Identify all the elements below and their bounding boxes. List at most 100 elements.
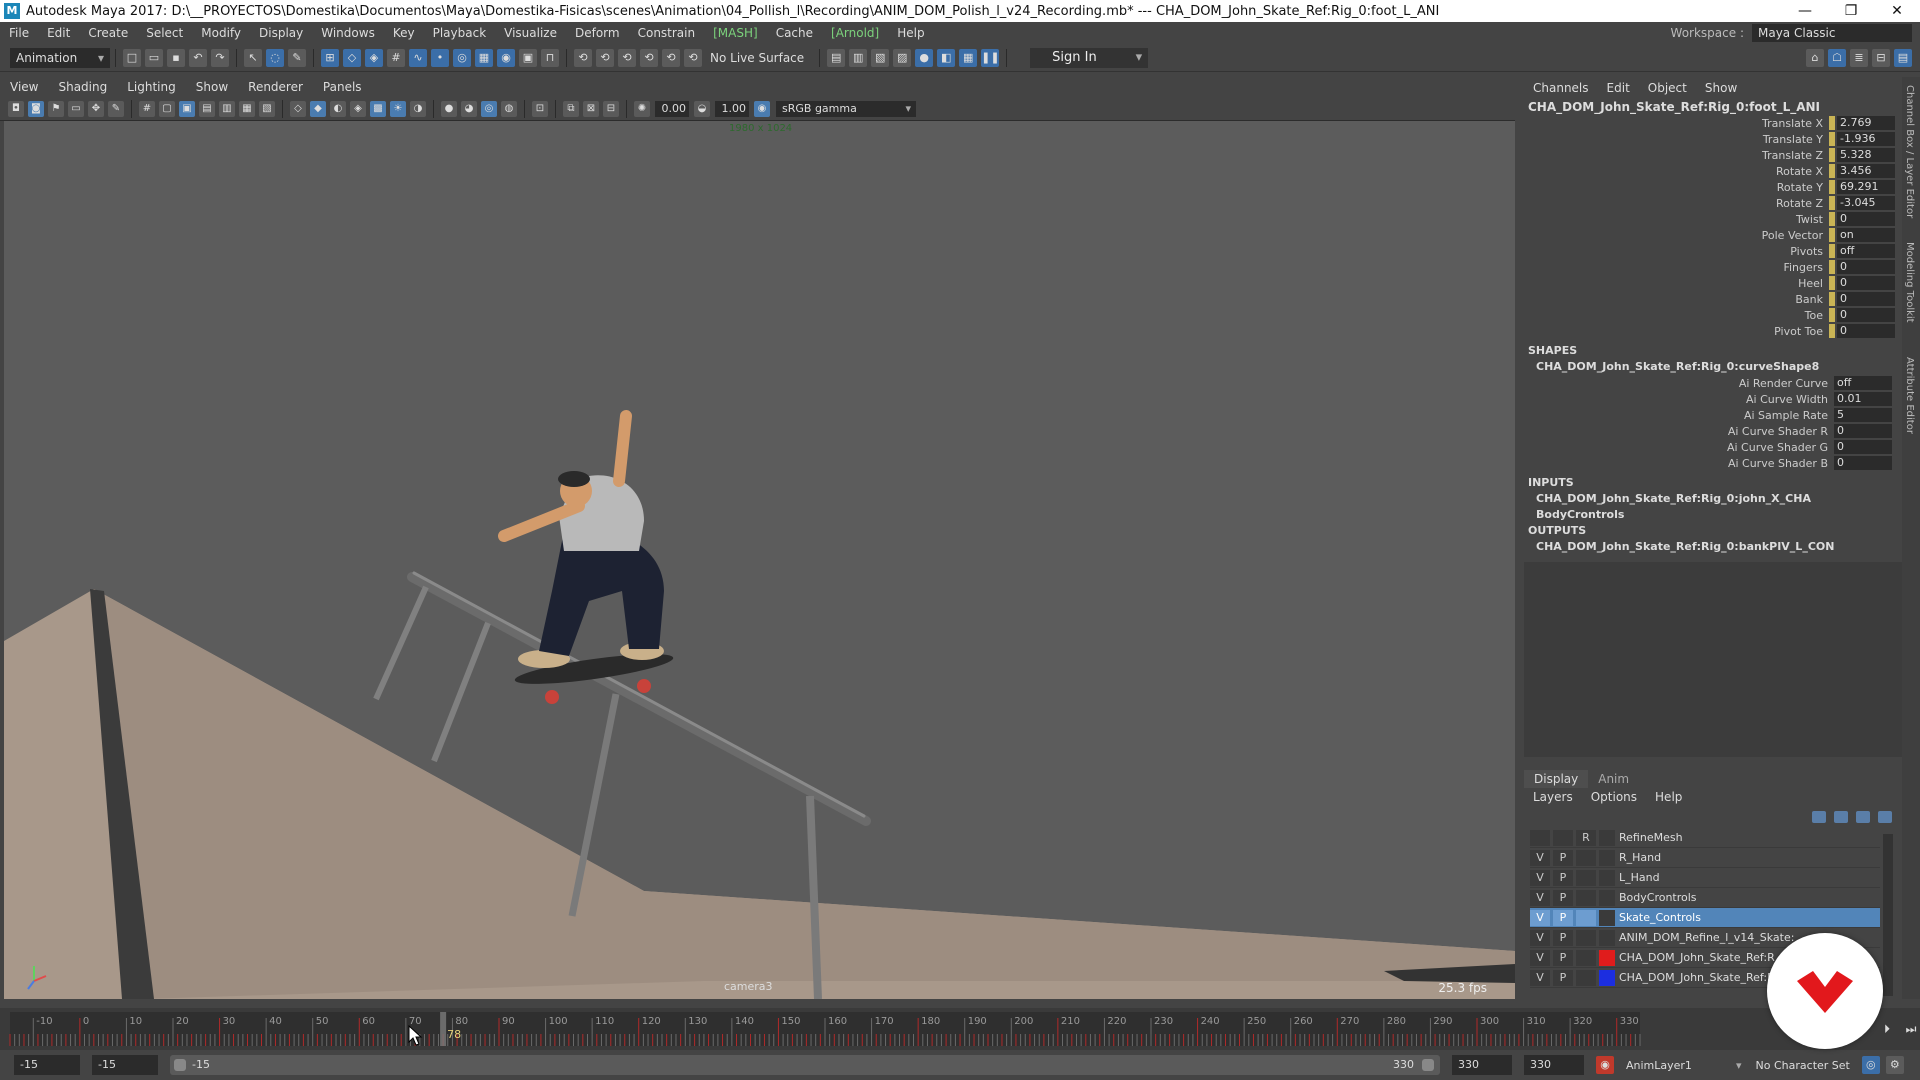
range-slider[interactable]: -15 330 [170, 1055, 1440, 1075]
restore-button[interactable]: ❐ [1828, 3, 1874, 19]
channel-value[interactable]: 0 [1837, 308, 1895, 322]
channel-value[interactable]: off [1837, 244, 1895, 258]
channel-row[interactable]: Twist 0 [1524, 211, 1902, 227]
view-transform-dropdown[interactable]: sRGB gamma ▾ [776, 100, 916, 117]
channel-row[interactable]: Translate X 2.769 [1524, 115, 1902, 131]
history-icon-4[interactable]: ⟲ [640, 48, 658, 67]
channel-row[interactable]: Pivots off [1524, 243, 1902, 259]
layer-visibility-toggle[interactable] [1530, 829, 1550, 846]
resolution-gate-icon[interactable]: ▣ [179, 100, 195, 117]
cb-menu-show[interactable]: Show [1696, 81, 1746, 95]
layer-visibility-toggle[interactable]: V [1530, 869, 1550, 886]
gate-mask-icon[interactable]: ▤ [199, 100, 215, 117]
cb-menu-channels[interactable]: Channels [1524, 81, 1598, 95]
new-layer-selected-icon[interactable] [1878, 811, 1892, 823]
menu-constrain[interactable]: Constrain [629, 26, 705, 40]
channel-row[interactable]: Translate Z 5.328 [1524, 147, 1902, 163]
go-to-end-icon[interactable]: ⏭ [1902, 1020, 1920, 1038]
channel-value[interactable]: 0 [1834, 440, 1892, 454]
menu-mash[interactable]: [MASH] [704, 26, 767, 40]
ambient-occlusion-icon[interactable]: ● [441, 100, 457, 117]
layer-display-type[interactable] [1576, 889, 1596, 906]
history-icon-5[interactable]: ⟲ [662, 48, 680, 67]
hypershade-icon[interactable]: ● [915, 48, 934, 67]
minimize-button[interactable]: — [1782, 3, 1828, 19]
output-node[interactable]: CHA_DOM_John_Skate_Ref:Rig_0:bankPIV_L_C… [1524, 539, 1902, 555]
magnet-icon[interactable]: ⊓ [541, 48, 559, 67]
xray-joints-icon[interactable]: ⊠ [583, 100, 599, 117]
layer-visibility-toggle[interactable]: V [1530, 889, 1550, 906]
shape-node-name[interactable]: CHA_DOM_John_Skate_Ref:Rig_0:curveShape8 [1524, 359, 1902, 375]
grease-pencil-icon[interactable]: ✎ [108, 100, 124, 117]
sign-in-button[interactable]: Sign In ▾ [1030, 47, 1149, 68]
film-gate-icon[interactable]: ▢ [159, 100, 175, 117]
layer-visibility-toggle[interactable]: V [1530, 909, 1550, 926]
input-node[interactable]: BodyCrontrols [1524, 507, 1902, 523]
layer-color-swatch[interactable] [1599, 869, 1615, 886]
modeling-toolkit-icon[interactable]: ⌂ [1806, 48, 1824, 67]
tab-modeling-toolkit[interactable]: Modeling Toolkit [1904, 242, 1915, 323]
shape-channel-row[interactable]: Ai Sample Rate 5 [1524, 407, 1902, 423]
snap-surface-icon[interactable]: ▦ [475, 48, 493, 67]
channel-row[interactable]: Translate Y -1.936 [1524, 131, 1902, 147]
gamma-field[interactable]: 1.00 [715, 100, 749, 117]
channel-row[interactable]: Toe 0 [1524, 307, 1902, 323]
xray-active-icon[interactable]: ⊟ [603, 100, 619, 117]
menu-playback[interactable]: Playback [424, 26, 496, 40]
snap-curve-icon[interactable]: ∿ [409, 48, 427, 67]
character-set-label[interactable]: No Character Set [1756, 1059, 1850, 1072]
playback-end-field[interactable]: 330 [1452, 1055, 1512, 1075]
menu-deform[interactable]: Deform [566, 26, 629, 40]
channel-value[interactable]: off [1834, 376, 1892, 390]
channel-value[interactable]: -1.936 [1837, 132, 1895, 146]
channel-value[interactable]: 0 [1834, 424, 1892, 438]
channel-value[interactable]: 69.291 [1837, 180, 1895, 194]
preferences-icon[interactable]: ⚙ [1885, 1056, 1904, 1074]
channel-value[interactable]: 0 [1837, 324, 1895, 338]
safe-action-icon[interactable]: ▦ [239, 100, 255, 117]
channel-value[interactable]: 3.456 [1837, 164, 1895, 178]
shape-channel-row[interactable]: Ai Curve Shader R 0 [1524, 423, 1902, 439]
input-node[interactable]: CHA_DOM_John_Skate_Ref:Rig_0:john_X_CHA [1524, 491, 1902, 507]
viewport-menu-panels[interactable]: Panels [313, 80, 372, 94]
ipr-icon[interactable]: ▧ [871, 48, 890, 67]
layer-color-swatch[interactable] [1599, 829, 1615, 846]
history-icon-2[interactable]: ⟲ [596, 48, 614, 67]
menu-display[interactable]: Display [250, 26, 312, 40]
new-scene-icon[interactable]: □ [123, 48, 141, 67]
menu-cache[interactable]: Cache [767, 26, 822, 40]
textured-icon[interactable]: ▩ [370, 100, 386, 117]
select-component-icon[interactable]: ◈ [365, 48, 383, 67]
viewport-3d[interactable]: 1980 x 1024 camera3 25.3 fps [4, 121, 1515, 999]
history-icon-3[interactable]: ⟲ [618, 48, 636, 67]
workspace-dropdown[interactable]: Maya Classic [1752, 24, 1912, 42]
channel-value[interactable]: 0 [1837, 212, 1895, 226]
menu-windows[interactable]: Windows [312, 26, 384, 40]
history-icon-6[interactable]: ⟲ [684, 48, 702, 67]
channel-value[interactable]: 0 [1837, 276, 1895, 290]
snap-view-icon[interactable]: ◎ [453, 48, 471, 67]
tab-channel-box-layer-editor[interactable]: Channel Box / Layer Editor [1904, 85, 1915, 218]
move-layer-down-icon[interactable] [1834, 811, 1848, 823]
layer-playback-toggle[interactable] [1553, 829, 1573, 846]
default-material-icon[interactable]: ◐ [330, 100, 346, 117]
anim-layer-icon[interactable]: ◉ [1596, 1056, 1614, 1074]
render-view-icon[interactable]: ◧ [937, 48, 956, 67]
layer-row[interactable]: R RefineMesh [1530, 828, 1880, 848]
viewport-menu-lighting[interactable]: Lighting [117, 80, 186, 94]
bookmark-icon[interactable]: ⚑ [48, 100, 64, 117]
viewport-menu-shading[interactable]: Shading [48, 80, 117, 94]
layer-playback-toggle[interactable]: P [1553, 949, 1573, 966]
layer-playback-toggle[interactable]: P [1553, 969, 1573, 986]
channel-row[interactable]: Rotate Y 69.291 [1524, 179, 1902, 195]
shape-channel-row[interactable]: Ai Curve Shader G 0 [1524, 439, 1902, 455]
anti-aliasing-icon[interactable]: ◎ [481, 100, 497, 117]
snap-point-icon[interactable]: • [431, 48, 449, 67]
channel-row[interactable]: Pivot Toe 0 [1524, 323, 1902, 339]
layer-row-selected[interactable]: V P Skate_Controls [1530, 908, 1880, 928]
layer-playback-toggle[interactable]: P [1553, 929, 1573, 946]
channel-value[interactable]: 0 [1837, 260, 1895, 274]
shape-channel-row[interactable]: Ai Render Curve off [1524, 375, 1902, 391]
layer-visibility-toggle[interactable]: V [1530, 969, 1550, 986]
live-surface-label[interactable]: No Live Surface [710, 51, 804, 65]
